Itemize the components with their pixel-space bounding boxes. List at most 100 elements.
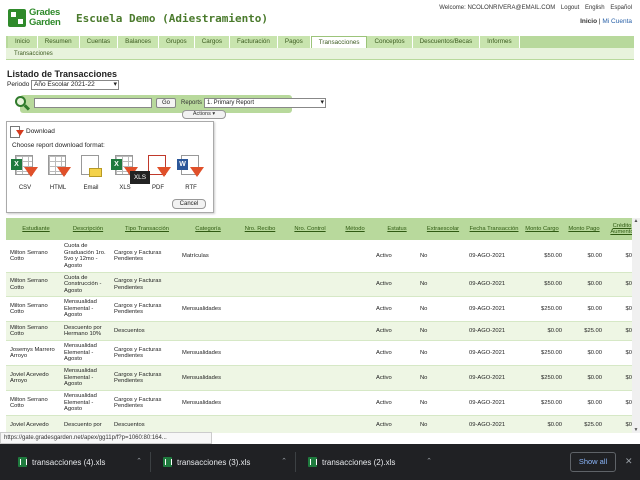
cancel-button[interactable]: Cancel	[172, 199, 206, 209]
column-header-2[interactable]: Descripción	[64, 218, 112, 240]
format-rtf-button[interactable]: W	[177, 155, 205, 187]
nav-tab-balances[interactable]: Balances	[118, 36, 160, 48]
table-cell: Activo	[376, 422, 392, 429]
scroll-down-icon[interactable]: ▼	[633, 427, 639, 433]
table-cell	[182, 273, 234, 296]
table-cell: $0.00	[625, 374, 634, 381]
format-html-button[interactable]	[44, 155, 72, 187]
column-header-6[interactable]: Nro. Control	[286, 218, 334, 240]
download-item[interactable]: transacciones (2).xls ⌃	[300, 444, 438, 480]
nav-tab-cargos[interactable]: Cargos	[194, 36, 230, 48]
table-cell: $250.00	[541, 349, 562, 356]
format-xls-label: XLS	[119, 185, 131, 191]
column-header-7[interactable]: Método	[336, 218, 374, 240]
table-cell: $0.00	[625, 281, 634, 288]
table-cell: Mensualidades	[182, 374, 221, 381]
download-item[interactable]: transacciones (3).xls ⌃	[155, 444, 293, 480]
format-pdf-label: PDF	[152, 185, 164, 191]
table-row[interactable]: Milton Serrano Cotto Cuota de Construcció…	[6, 273, 634, 297]
xls-tooltip: XLS	[130, 171, 150, 184]
nav-tab-facturaci-n[interactable]: Facturación	[230, 36, 278, 48]
table-cell: $50.00	[544, 281, 562, 288]
download-item[interactable]: transacciones (4).xls ⌃	[10, 444, 148, 480]
table-row[interactable]: Milton Serrano Cotto Mensualidad Elementa…	[6, 391, 634, 416]
table-cell	[336, 297, 374, 321]
table-row[interactable]: Milton Serrano Cotto Mensualidad Elementa…	[6, 297, 634, 322]
table-row[interactable]: Joviel Acevedo Descuento por Descuentos Act…	[6, 416, 634, 433]
download-panel: Download Choose report download format: …	[6, 121, 214, 213]
espanol-link[interactable]: Español	[610, 5, 632, 11]
column-header-9[interactable]: Extraescolar	[420, 218, 466, 240]
table-cell: Descuento por Hermano 10%	[64, 324, 102, 338]
table-cell	[336, 416, 374, 433]
column-header-12[interactable]: Monto Pago	[566, 218, 602, 240]
nav-tab-pagos[interactable]: Pagos	[277, 36, 311, 48]
nav-tab-informes[interactable]: Informes	[480, 36, 520, 48]
table-cell: $0.00	[625, 327, 634, 334]
nav-tab-grupos[interactable]: Grupos	[159, 36, 195, 48]
chevron-up-icon[interactable]: ⌃	[281, 457, 287, 465]
table-cell: No	[420, 422, 428, 429]
column-header-13[interactable]: Crédito Aumento	[604, 218, 634, 240]
logo-line2: Garden	[29, 17, 61, 28]
subnav-transacciones[interactable]: Transacciones	[14, 51, 53, 57]
column-header-5[interactable]: Nro. Recibo	[236, 218, 284, 240]
chevron-up-icon[interactable]: ⌃	[426, 457, 432, 465]
show-all-button[interactable]: Show all	[570, 452, 616, 472]
format-csv-button[interactable]: X	[11, 155, 39, 187]
table-cell: Joviel Acevedo	[10, 422, 49, 429]
table-cell: Mensualidades	[182, 349, 221, 356]
go-button[interactable]: Go	[156, 98, 176, 108]
nav-tab-cuentas[interactable]: Cuentas	[79, 36, 119, 48]
column-header-10[interactable]: Fecha Transacción	[469, 218, 519, 240]
nav-tab-inicio[interactable]: Inicio	[8, 36, 38, 48]
nav-tab-descuentos-becas[interactable]: Descuentos/Becas	[412, 36, 481, 48]
scroll-up-icon[interactable]: ▲	[633, 218, 639, 224]
column-header-1[interactable]: Estudiante	[10, 218, 62, 240]
table-row[interactable]: Milton Serrano Cotto Descuento por Herman…	[6, 322, 634, 341]
english-link[interactable]: English	[585, 5, 605, 11]
table-cell	[286, 240, 334, 272]
format-html-label: HTML	[49, 185, 67, 191]
close-downloads-icon[interactable]: ✕	[625, 456, 633, 467]
chevron-up-icon[interactable]: ⌃	[136, 457, 142, 465]
table-cell: Cargos y Facturas Pendientes	[114, 278, 162, 291]
column-header-8[interactable]: Estatus	[376, 218, 418, 240]
grades-garden-logo[interactable]: Grades Garden	[8, 8, 64, 30]
logout-link[interactable]: Logout	[561, 5, 579, 11]
reports-select[interactable]: 1. Primary Report	[204, 98, 326, 108]
download-filename: transacciones (2).xls	[322, 458, 396, 467]
periodo-select[interactable]: Año Escolar 2021-22	[31, 80, 119, 90]
actions-button[interactable]: Actions ▾	[182, 110, 226, 119]
format-csv-label: CSV	[18, 185, 32, 191]
table-row[interactable]: Josemys Marrero Arroyo Mensualidad Elemen…	[6, 341, 634, 366]
column-header-3[interactable]: Tipo Transacción	[114, 218, 180, 240]
table-cell: $0.00	[547, 327, 562, 334]
nav-tab-conceptos[interactable]: Conceptos	[367, 36, 413, 48]
mi-cuenta-link[interactable]: Mi Cuenta	[602, 18, 632, 25]
table-row[interactable]: Joviel Acevedo Arroyo Mensualidad Element…	[6, 366, 634, 391]
search-input[interactable]	[34, 98, 152, 108]
nav-tab-transacciones[interactable]: Transacciones	[310, 36, 368, 48]
table-cell: Activo	[376, 374, 392, 381]
table-cell: Mensualidades	[182, 305, 221, 312]
table-cell: $25.00	[584, 327, 602, 334]
format-email-button[interactable]	[77, 155, 105, 187]
inicio-link[interactable]: Inicio	[580, 18, 597, 25]
column-header-11[interactable]: Monto Cargo	[522, 218, 562, 240]
column-header-4[interactable]: Categoría	[182, 218, 234, 240]
table-cell	[236, 240, 284, 272]
download-title: Download	[26, 128, 55, 135]
table-cell	[236, 341, 284, 365]
app-header: Grades Garden Escuela Demo (Adiestramien…	[0, 0, 640, 36]
vertical-scrollbar[interactable]: ▲ ▼	[632, 218, 640, 433]
download-arrow-icon	[24, 167, 38, 177]
reports-label: Reports	[181, 100, 203, 106]
table-cell: Milton Serrano Cotto	[10, 324, 48, 338]
search-icon[interactable]	[13, 94, 31, 112]
table-cell: $0.00	[587, 281, 602, 288]
table-row[interactable]: Milton Serrano Cotto Cuota de Graduación …	[6, 240, 634, 273]
table-header: Estudiante Descripción Tipo Transacción Cat…	[6, 218, 634, 240]
table-cell: No	[420, 252, 428, 259]
nav-tab-resumen[interactable]: Resumen	[37, 36, 80, 48]
